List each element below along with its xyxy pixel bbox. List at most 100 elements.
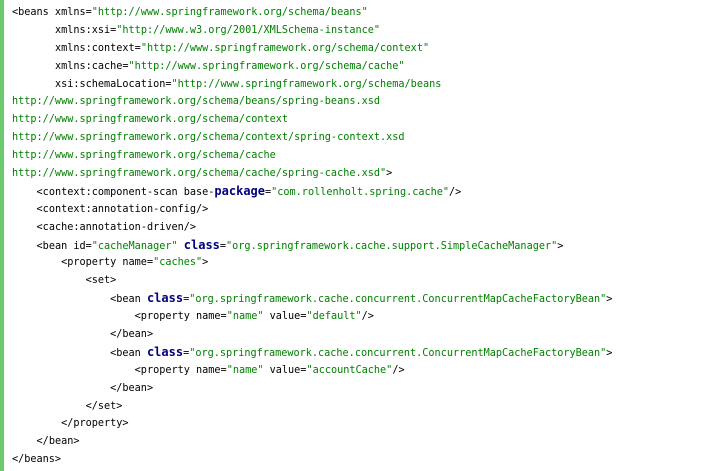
code-keyword: class [146,291,184,306]
code-line: <cache:annotation-driven/> [12,219,612,237]
code-line: <property name="name" value="accountCach… [12,362,612,380]
code-text: </beans> [12,454,62,466]
code-text: <property name= [134,364,227,376]
code-text: <property name= [61,257,154,269]
code-text: <bean [110,347,147,359]
code-keyword: class [183,237,220,252]
code-text: /> [449,186,462,198]
code-line: xmlns:context="http://www.springframewor… [12,40,612,58]
code-text: xmlns:context= [54,42,141,54]
code-string: "org.springframework.cache.support.Simpl… [226,240,558,252]
code-text: </bean> [110,382,154,394]
code-string: "default" [306,311,362,323]
code-line: http://www.springframework.org/schema/co… [12,129,612,147]
code-line: http://www.springframework.org/schema/be… [12,93,612,111]
code-text: <context:component-scan base- [36,186,215,198]
code-string: "accountCache" [306,364,393,376]
code-text: xsi:schemaLocation= [54,78,172,90]
code-line: <context:component-scan base-package="co… [12,183,612,201]
code-string: "name" [226,364,264,376]
code-block: <beans xmlns="http://www.springframework… [0,0,708,471]
code-text: <property name= [134,311,227,323]
code-keyword: class [146,344,184,359]
code-text: </set> [85,400,123,412]
code-line: </bean> [12,326,612,344]
code-line: xsi:schemaLocation="http://www.springfra… [12,76,612,94]
code-text: <set> [85,275,117,287]
code-text: </property> [61,418,129,430]
code-text: > [557,240,564,252]
code-string: http://www.springframework.org/schema/ca… [12,150,276,162]
code-block-accent-bar [0,0,4,471]
code-string: "caches" [153,257,203,269]
code-line: <set> [12,272,612,290]
code-line: </property> [12,415,612,433]
code-text: xmlns:cache= [54,60,129,72]
code-line: <bean id="cacheManager" class="org.sprin… [12,237,612,255]
code-text: <bean [110,294,147,306]
code-lines: <beans xmlns="http://www.springframework… [12,4,612,469]
code-string: http://www.springframework.org/schema/co… [12,132,405,144]
code-text: <context:annotation-config/> [36,203,209,215]
code-string: "http://www.springframework.org/schema/b… [171,78,442,90]
code-string: "com.rollenholt.spring.cache" [271,186,450,198]
code-line: xmlns:cache="http://www.springframework.… [12,58,612,76]
code-line: <property name="caches"> [12,254,612,272]
code-line: http://www.springframework.org/schema/co… [12,111,612,129]
code-line: </set> [12,398,612,416]
code-string: http://www.springframework.org/schema/co… [12,114,289,126]
code-text: xmlns:xsi= [54,24,117,36]
code-keyword: package [214,183,265,198]
code-text: > [606,294,613,306]
code-text: > [202,257,209,269]
code-line: </bean> [12,433,612,451]
code-string: "cacheManager" [91,240,178,252]
code-string: http://www.springframework.org/schema/be… [12,96,381,108]
code-text: <bean id= [36,240,92,252]
code-text: > [606,347,613,359]
code-text: > [386,168,393,180]
code-line: <beans xmlns="http://www.springframework… [12,4,612,22]
code-string: "http://www.springframework.org/schema/b… [91,7,368,18]
code-text: /> [392,364,405,376]
code-text: <cache:annotation-driven/> [36,221,197,233]
code-line: <property name="name" value="default"/> [12,308,612,326]
code-line: <bean class="org.springframework.cache.c… [12,290,612,308]
code-string: "name" [226,311,264,323]
code-line: http://www.springframework.org/schema/ca… [12,165,612,183]
code-text: value= [263,364,307,376]
code-text: </bean> [110,329,154,341]
code-line: </bean> [12,380,612,398]
code-string: http://www.springframework.org/schema/ca… [12,168,387,180]
code-text: /> [361,311,374,323]
code-string: "http://www.springframework.org/schema/c… [128,60,405,72]
code-line: http://www.springframework.org/schema/ca… [12,147,612,165]
code-string: "http://www.springframework.org/schema/c… [140,42,430,54]
code-line: xmlns:xsi="http://www.w3.org/2001/XMLSch… [12,22,612,40]
code-string: "http://www.w3.org/2001/XMLSchema-instan… [116,24,381,36]
code-text: <beans xmlns= [12,7,92,18]
code-text: value= [263,311,307,323]
code-text: </bean> [36,436,80,448]
code-line: <context:annotation-config/> [12,201,612,219]
code-string: "org.springframework.cache.concurrent.Co… [189,347,607,359]
code-line: </beans> [12,451,612,469]
